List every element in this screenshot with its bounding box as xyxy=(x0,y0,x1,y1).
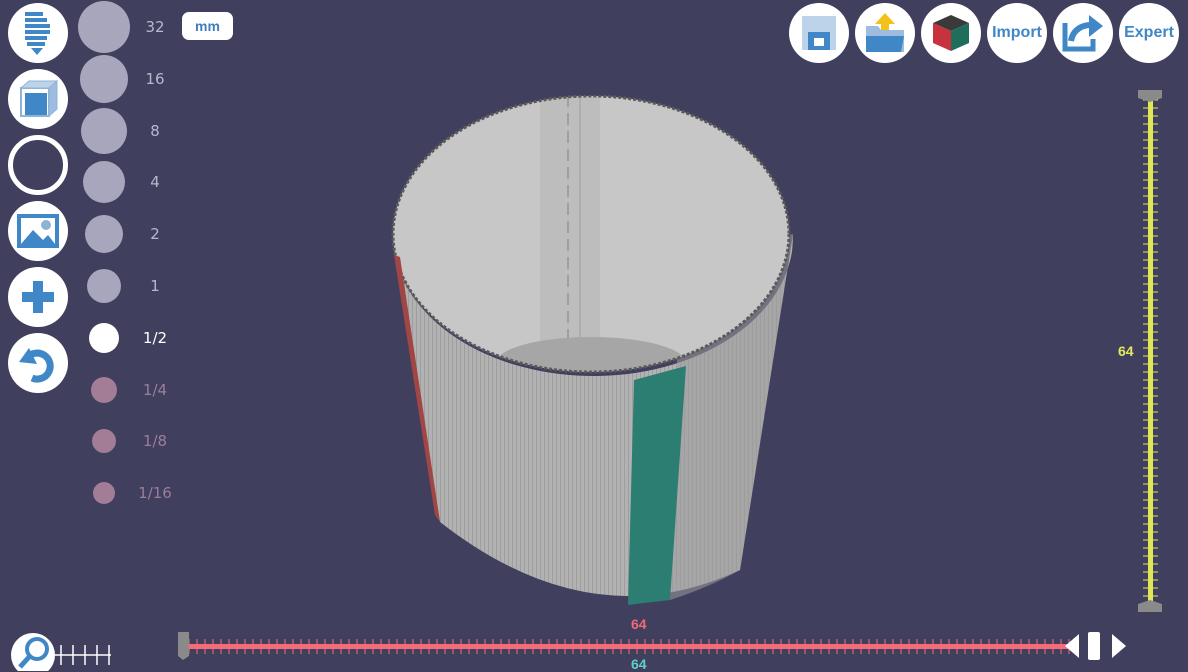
size-option-label: 1/16 xyxy=(138,484,172,503)
model-viewport[interactable] xyxy=(380,95,810,615)
undo-button[interactable] xyxy=(8,333,68,393)
cube-icon xyxy=(19,79,59,118)
image-icon xyxy=(17,214,59,248)
cube-tool-button[interactable] xyxy=(8,69,68,129)
save-icon xyxy=(802,16,836,50)
y-axis-slider[interactable] xyxy=(1135,90,1165,615)
unit-toggle-button[interactable]: mm xyxy=(182,12,233,40)
size-option-1-16[interactable] xyxy=(93,482,115,505)
size-option-1[interactable] xyxy=(87,269,121,303)
size-option-32[interactable] xyxy=(78,1,130,53)
x-axis-right-handle[interactable] xyxy=(1088,632,1100,660)
size-option-label: 1/8 xyxy=(142,432,168,451)
size-option-1-8[interactable] xyxy=(92,429,116,454)
size-option-label: 1/2 xyxy=(142,328,168,347)
size-option-1-2[interactable] xyxy=(89,322,119,353)
x-axis-right-arrow[interactable] xyxy=(1112,634,1126,658)
color-cube-icon xyxy=(933,15,969,51)
stacked-layers-icon xyxy=(25,12,50,55)
open-folder-icon xyxy=(866,13,904,52)
x-axis-value: 64 xyxy=(631,616,647,632)
import-label: Import xyxy=(992,24,1042,41)
undo-icon xyxy=(19,348,54,383)
layers-tool-button[interactable] xyxy=(8,3,68,63)
size-option-label: 2 xyxy=(150,225,160,244)
size-option-label: 1/4 xyxy=(142,380,168,399)
zoom-control[interactable] xyxy=(5,627,115,671)
x-axis-slider[interactable] xyxy=(175,630,1135,662)
y-axis-value: 64 xyxy=(1118,343,1134,359)
size-option-16[interactable] xyxy=(80,54,128,103)
expert-button[interactable]: Expert xyxy=(1119,3,1179,63)
save-button[interactable] xyxy=(789,3,849,63)
share-export-icon xyxy=(1062,15,1103,52)
plus-icon xyxy=(22,281,54,313)
size-option-label: 16 xyxy=(145,69,165,88)
size-option-label: 8 xyxy=(150,121,160,140)
size-option-8[interactable] xyxy=(81,107,127,154)
import-button[interactable]: Import xyxy=(987,3,1047,63)
z-axis-value: 64 xyxy=(631,656,647,672)
add-button[interactable] xyxy=(8,267,68,327)
size-option-4[interactable] xyxy=(83,161,125,204)
y-axis-top-handle[interactable] xyxy=(1138,90,1162,102)
export-button[interactable] xyxy=(1053,3,1113,63)
open-button[interactable] xyxy=(855,3,915,63)
size-option-label: 1 xyxy=(150,277,160,295)
image-tool-button[interactable] xyxy=(8,201,68,261)
size-option-2[interactable] xyxy=(85,215,123,254)
ring-tool-button[interactable] xyxy=(8,135,68,195)
x-axis-left-handle[interactable] xyxy=(178,632,189,660)
color-cube-button[interactable] xyxy=(921,3,981,63)
size-option-label: 32 xyxy=(145,18,165,36)
expert-label: Expert xyxy=(1124,24,1174,41)
y-axis-bottom-handle[interactable] xyxy=(1138,600,1162,612)
size-option-1-4[interactable] xyxy=(91,376,117,403)
size-option-label: 4 xyxy=(150,173,160,192)
x-axis-left-arrow[interactable] xyxy=(1065,634,1079,658)
